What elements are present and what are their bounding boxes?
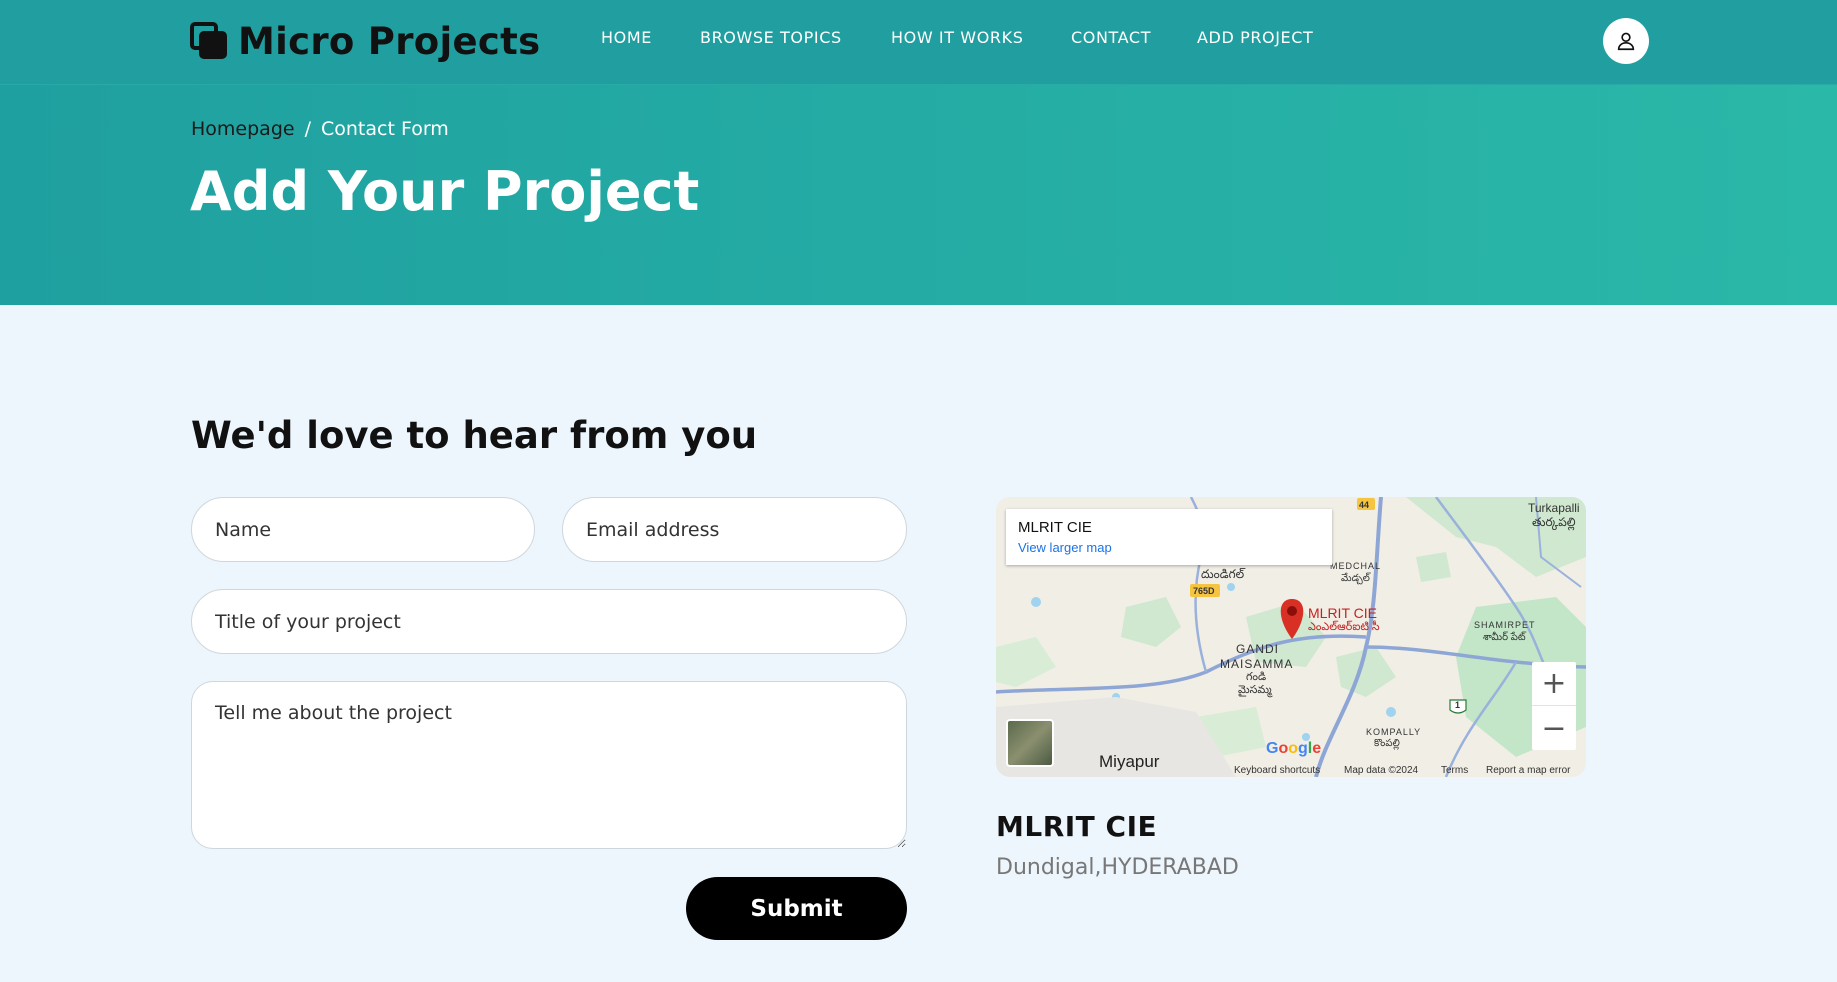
map-place-medchal-te: మేడ్చల్ [1341,573,1370,584]
submit-button[interactable]: Submit [686,877,907,940]
location-address: Dundigal,HYDERABAD [996,855,1239,880]
map-place-maisamma-te: మైసమ్మ [1238,684,1272,696]
report-map-error-link[interactable]: Report a map error [1486,765,1570,776]
logo-text: Micro Projects [238,19,541,63]
map-place-medchal: MEDCHAL [1330,561,1382,571]
satellite-toggle[interactable] [1006,719,1054,767]
map-data-attribution: Map data ©2024 [1344,765,1419,776]
logo-icon [190,22,228,60]
map-place-miyapur: Miyapur [1099,752,1160,771]
road-badge-1: 1 [1455,700,1461,710]
zoom-out-button[interactable]: − [1532,706,1576,750]
view-larger-map-link[interactable]: View larger map [1018,540,1320,555]
name-field[interactable] [191,497,535,562]
project-description-field[interactable] [191,681,907,849]
map-marker-label-te: ఎంఎల్ఆర్ఐటి సీ [1308,621,1380,633]
map-place-dundigal-te: దుండిగల్ [1201,567,1245,581]
plus-icon: + [1541,666,1567,701]
breadcrumb-separator: / [304,118,311,140]
map-place-shamirpet-te: శామీర్ పేట్ [1483,632,1526,643]
location-name: MLRIT CIE [996,810,1158,843]
user-icon [1617,32,1635,51]
account-button[interactable] [1603,18,1649,64]
map-marker-label: MLRIT CIE [1308,605,1377,621]
site-logo[interactable]: Micro Projects [190,18,540,64]
nav-contact[interactable]: CONTACT [1071,28,1151,47]
map-place-shamirpet: SHAMIRPET [1474,620,1536,630]
breadcrumb: Homepage / Contact Form [191,118,449,140]
google-logo: Google [1266,740,1322,757]
nav-home[interactable]: HOME [601,28,652,47]
map-place-kompally: KOMPALLY [1366,727,1422,737]
map-place-turkapalli: Turkapalli [1528,501,1580,515]
project-title-field[interactable] [191,589,907,654]
map-place-turkapalli-te: తుర్కపల్లి [1532,515,1576,529]
nav-how-it-works[interactable]: HOW IT WORKS [891,28,1024,47]
map-card-title: MLRIT CIE [1018,519,1092,536]
top-navbar: Micro Projects HOME BROWSE TOPICS HOW IT… [0,0,1837,84]
zoom-in-button[interactable]: + [1532,662,1576,706]
map-place-maisamma: MAISAMMA [1220,657,1294,671]
map-terms-link[interactable]: Terms [1441,765,1468,776]
road-badge-44: 44 [1359,500,1370,510]
map-place-kompally-te: కొంపల్లి [1374,738,1400,749]
breadcrumb-home[interactable]: Homepage [191,118,295,140]
nav-browse-topics[interactable]: BROWSE TOPICS [700,28,842,47]
nav-add-project[interactable]: ADD PROJECT [1197,28,1313,47]
road-badge-765d: 765D [1193,586,1215,596]
minus-icon: − [1541,710,1567,746]
map-place-gandi: GANDI [1236,642,1280,656]
form-heading: We'd love to hear from you [191,414,758,457]
embedded-map[interactable]: 44 765D 1 Turkapalli తుర్కపల్లి MEDCHAL … [996,497,1586,777]
keyboard-shortcuts-link[interactable]: Keyboard shortcuts [1234,765,1320,776]
page-title: Add Your Project [190,160,700,223]
breadcrumb-current: Contact Form [320,118,449,140]
email-field[interactable] [562,497,907,562]
map-info-card: MLRIT CIE View larger map [1006,509,1332,565]
